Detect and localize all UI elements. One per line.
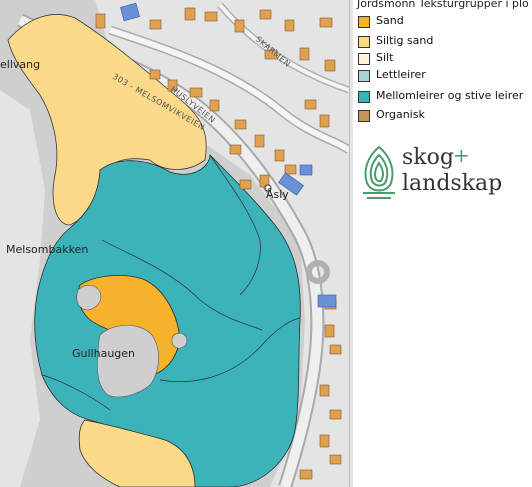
- legend-swatch: [358, 16, 370, 28]
- legend-swatch: [358, 36, 370, 48]
- skog-landskap-logo: skog + landskap: [357, 143, 532, 203]
- logo-plus: +: [453, 143, 470, 167]
- legend-swatch: [358, 91, 370, 103]
- panel-divider[interactable]: [349, 0, 353, 487]
- legend-swatch: [358, 110, 370, 122]
- legend-swatch: [358, 70, 370, 82]
- place-label-asly: Åsly: [266, 188, 289, 201]
- place-label-melsombakken: Melsombakken: [6, 243, 89, 256]
- place-label-ellvang: ellvang: [0, 58, 41, 71]
- logo-text-landskap: landskap: [402, 171, 503, 196]
- fingerprint-logo-icon: [363, 145, 395, 199]
- legend-panel: Jordsmonn Teksturgrupper i plo Sand Silt…: [355, 0, 532, 487]
- legend-swatch: [358, 53, 370, 65]
- place-label-gullhaugen: Gullhaugen: [72, 347, 136, 360]
- rock-outcrop-tiny: [171, 332, 188, 349]
- soil-map[interactable]: 303 - MELSOMVIKVEIEN HUSLYVEIEN SKARMEN …: [0, 0, 349, 487]
- legend-title: Jordsmonn Teksturgrupper i plo: [357, 0, 529, 10]
- logo-text-skog: skog: [402, 145, 454, 170]
